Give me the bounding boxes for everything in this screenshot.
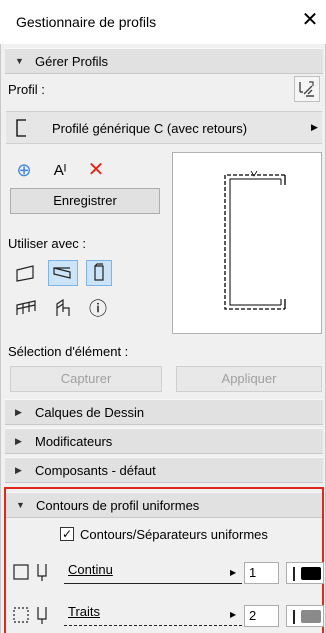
- triangle-down-icon: ▼: [16, 500, 25, 510]
- triangle-right-icon: ▶: [15, 406, 22, 417]
- profil-label: Profil :: [8, 82, 45, 97]
- section-drawing-layers[interactable]: ▶ Calques de Dessin: [5, 399, 323, 425]
- section-label: Calques de Dessin: [35, 404, 145, 420]
- section-modifiers[interactable]: ▶ Modificateurs: [5, 428, 323, 454]
- section-manage-profiles[interactable]: ▼ Gérer Profils: [5, 48, 323, 74]
- use-with-label: Utiliser avec :: [8, 236, 87, 251]
- title-bar: Gestionnaire de profils ✕: [0, 0, 326, 44]
- line-type-dropdown-2[interactable]: Traits ▶: [64, 602, 242, 626]
- section-default-components[interactable]: ▶ Composants - défaut: [5, 457, 323, 483]
- capture-button[interactable]: Capturer: [10, 366, 162, 392]
- pen-number-input-2[interactable]: 2: [244, 605, 279, 627]
- profile-selector[interactable]: Profilé générique C (avec retours) ▶: [6, 111, 322, 144]
- section-uniform-contours[interactable]: ▼ Contours de profil uniformes: [6, 492, 322, 518]
- add-icon[interactable]: ⊕: [12, 158, 36, 182]
- pen-color-swatch-2[interactable]: [286, 605, 324, 627]
- section-label: Modificateurs: [35, 433, 113, 449]
- apply-button[interactable]: Appliquer: [176, 366, 322, 392]
- profile-name: Profilé générique C (avec retours): [52, 121, 248, 136]
- window-title: Gestionnaire de profils: [16, 14, 157, 30]
- contour-outline-icon: [12, 562, 52, 585]
- triangle-right-icon: ▶: [15, 435, 22, 446]
- chevron-right-icon: ▶: [230, 610, 237, 619]
- element-selection-label: Sélection d'élément :: [8, 344, 129, 359]
- info-icon[interactable]: ⓘ: [86, 296, 110, 320]
- chevron-right-icon: ▶: [311, 122, 318, 132]
- line-type-value: Continu: [68, 562, 113, 577]
- chevron-right-icon: ▶: [230, 568, 237, 577]
- line-type-dropdown-1[interactable]: Continu ▶: [64, 560, 242, 584]
- pen-color-swatch-1[interactable]: [286, 562, 324, 584]
- checkbox-label: Contours/Séparateurs uniformes: [80, 527, 268, 542]
- line-type-value: Traits: [68, 604, 101, 619]
- section-label: Gérer Profils: [35, 53, 108, 69]
- rename-icon[interactable]: Aᴵ: [48, 158, 72, 182]
- triangle-down-icon: ▼: [15, 56, 24, 66]
- column-icon[interactable]: [86, 260, 112, 286]
- section-label: Composants - défaut: [35, 462, 156, 478]
- profile-settings-icon[interactable]: [294, 76, 320, 102]
- profile-preview-drawing: [224, 170, 286, 310]
- delete-icon[interactable]: ✕: [84, 157, 108, 181]
- profile-preview: [172, 152, 322, 334]
- railing-icon[interactable]: [14, 296, 38, 320]
- close-icon[interactable]: ✕: [299, 10, 321, 30]
- uniform-contours-checkbox[interactable]: ✓: [60, 527, 74, 541]
- c-profile-icon: [14, 118, 28, 141]
- handrail-icon[interactable]: [50, 296, 74, 320]
- triangle-right-icon: ▶: [15, 464, 22, 475]
- beam-icon[interactable]: [48, 260, 78, 286]
- wall-icon[interactable]: [12, 260, 40, 286]
- save-button[interactable]: Enregistrer: [10, 188, 160, 214]
- pen-number-input-1[interactable]: 1: [244, 562, 279, 584]
- section-label: Contours de profil uniformes: [36, 497, 200, 513]
- contour-dashed-icon: [12, 605, 52, 628]
